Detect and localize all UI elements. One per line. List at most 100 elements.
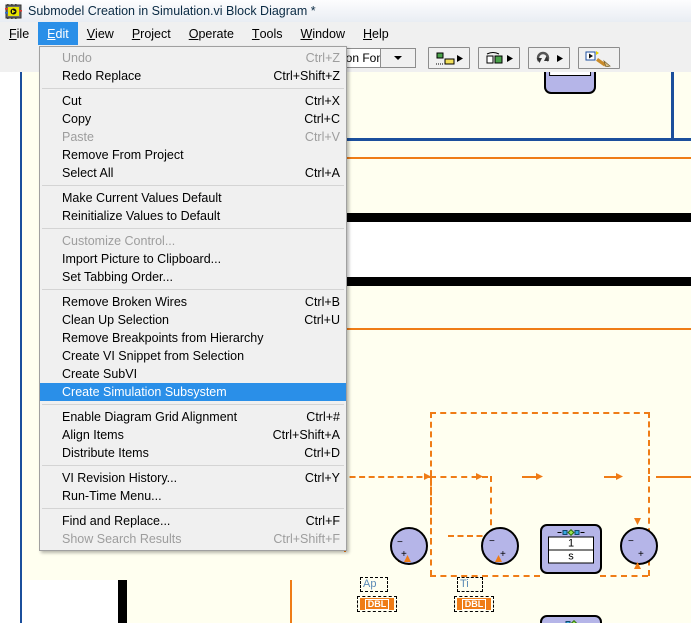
menu-item-vi-revision-history-accel: Ctrl+Y	[304, 471, 340, 485]
menu-item-cut-accel: Ctrl+X	[304, 94, 340, 108]
menu-item-paste-accel: Ctrl+V	[304, 130, 340, 144]
menubar-item-tools[interactable]: Tools	[243, 22, 292, 45]
canvas-left-border	[20, 72, 22, 623]
sim-loop-divider-1	[345, 157, 691, 159]
menu-item-distribute-items-accel: Ctrl+D	[304, 446, 340, 460]
constant-ti-node[interactable]: DBL	[457, 598, 491, 610]
menu-separator-2	[42, 185, 344, 186]
menu-item-align-items[interactable]: Align Items Ctrl+Shift+A	[40, 426, 346, 444]
derivative-terminal-strip	[561, 619, 582, 623]
menu-item-paste[interactable]: Paste Ctrl+V	[40, 128, 346, 146]
ti-wire-vertical	[490, 476, 492, 536]
menu-item-copy-label: Copy	[62, 112, 92, 126]
menu-item-select-all-label: Select All	[62, 166, 114, 180]
menu-item-remove-broken-wires[interactable]: Remove Broken Wires Ctrl+B	[40, 293, 346, 311]
sim-loop-border-bottom-1	[345, 277, 691, 286]
menubar-item-view[interactable]: View	[78, 22, 123, 45]
menu-item-create-vi-snippet-from-selection-label: Create VI Snippet from Selection	[62, 349, 245, 363]
constant-ap-node[interactable]: DBL	[360, 598, 394, 610]
menu-item-undo[interactable]: Undo Ctrl+Z	[40, 49, 346, 67]
labview-vi-icon	[5, 3, 22, 19]
menu-item-vi-revision-history-label: VI Revision History...	[62, 471, 178, 485]
integrator-denominator: s	[568, 550, 574, 563]
menu-item-show-search-results-label: Show Search Results	[62, 532, 182, 546]
menu-item-create-subvi[interactable]: Create SubVI	[40, 365, 346, 383]
menu-separator-4	[42, 289, 344, 290]
sum2-sign-minus: −	[489, 536, 495, 547]
menubar-label-tools: ools	[259, 26, 283, 41]
menu-item-customize-control-label: Customize Control...	[62, 234, 176, 248]
summation-node-3[interactable]: − +	[620, 527, 658, 565]
menu-item-remove-broken-wires-accel: Ctrl+B	[304, 295, 340, 309]
selection-rect-right	[648, 412, 650, 474]
menubar-item-file[interactable]: File	[0, 22, 38, 45]
menu-item-reinitialize-values-to-default[interactable]: Reinitialize Values to Default	[40, 207, 346, 225]
signal-wire-main-left	[340, 476, 432, 478]
menubar-item-edit[interactable]: Edit	[38, 22, 78, 45]
menu-item-import-picture-to-clipboard[interactable]: Import Picture to Clipboard...	[40, 250, 346, 268]
menu-item-vi-revision-history[interactable]: VI Revision History... Ctrl+Y	[40, 469, 346, 487]
integrator-block[interactable]: 1 s	[540, 524, 602, 574]
selection-rect-top	[430, 412, 650, 414]
sum3-input-port	[616, 473, 623, 480]
menu-item-clean-up-selection-accel: Ctrl+U	[304, 313, 340, 327]
menu-item-select-all-accel: Ctrl+A	[304, 166, 340, 180]
menubar-item-window[interactable]: Window	[292, 22, 354, 45]
top-transfer-function-block[interactable]: 0.01s+1	[544, 72, 596, 94]
menu-item-select-all[interactable]: Select All Ctrl+A	[40, 164, 346, 182]
menu-item-make-current-values-default[interactable]: Make Current Values Default	[40, 189, 346, 207]
sim-loop-border-top-1	[345, 213, 691, 222]
menu-item-redo-replace[interactable]: Redo Replace Ctrl+Shift+Z	[40, 67, 346, 85]
menubar-label-edit: dit	[55, 26, 69, 41]
sum2-input-port	[476, 473, 483, 480]
feedback-wire-bottom	[430, 575, 540, 577]
window-title: Submodel Creation in Simulation.vi Block…	[28, 4, 316, 18]
align-icon	[436, 52, 463, 64]
font-selector-dropdown[interactable]	[380, 48, 416, 68]
menu-item-align-items-label: Align Items	[62, 428, 124, 442]
menu-item-create-subvi-label: Create SubVI	[62, 367, 138, 381]
menu-item-clean-up-selection[interactable]: Clean Up Selection Ctrl+U	[40, 311, 346, 329]
menu-item-find-and-replace[interactable]: Find and Replace... Ctrl+F	[40, 512, 346, 530]
menu-item-customize-control[interactable]: Customize Control...	[40, 232, 346, 250]
align-objects-button[interactable]	[428, 47, 470, 69]
sum1-sign-minus: −	[397, 537, 403, 548]
menu-item-copy-accel: Ctrl+C	[304, 112, 340, 126]
menu-item-create-simulation-subsystem-label: Create Simulation Subsystem	[62, 385, 227, 399]
menubar-item-project[interactable]: Project	[123, 22, 180, 45]
menu-item-show-search-results[interactable]: Show Search Results Ctrl+Shift+F	[40, 530, 346, 548]
menu-item-remove-from-project[interactable]: Remove From Project	[40, 146, 346, 164]
menu-item-import-picture-to-clipboard-label: Import Picture to Clipboard...	[62, 252, 222, 266]
menu-item-clean-up-selection-label: Clean Up Selection	[62, 313, 170, 327]
subdiagram-blue-border-bottom	[345, 138, 691, 141]
distribute-objects-button[interactable]	[478, 47, 520, 69]
menubar-item-operate[interactable]: Operate	[180, 22, 243, 45]
edit-dropdown-menu[interactable]: Undo Ctrl+Z Redo Replace Ctrl+Shift+Z Cu…	[39, 46, 347, 551]
signal-wire-output	[656, 476, 691, 478]
subdiagram-blue-border-right	[671, 72, 674, 141]
menu-item-run-time-menu[interactable]: Run-Time Menu...	[40, 487, 346, 505]
sum3-top-port	[634, 518, 641, 525]
menubar-item-help[interactable]: Help	[354, 22, 398, 45]
menu-item-remove-breakpoints-from-hierarchy[interactable]: Remove Breakpoints from Hierarchy	[40, 329, 346, 347]
menu-item-show-search-results-accel: Ctrl+Shift+F	[273, 532, 340, 546]
menu-item-set-tabbing-order[interactable]: Set Tabbing Order...	[40, 268, 346, 286]
integrator-input-port	[536, 473, 543, 480]
menu-item-enable-diagram-grid-alignment[interactable]: Enable Diagram Grid Alignment Ctrl+#	[40, 408, 346, 426]
reorder-icon	[536, 51, 563, 63]
menu-item-redo-replace-label: Redo Replace	[62, 69, 142, 83]
sum3-sign-plus: +	[638, 549, 644, 560]
constant-ap-type: DBL	[364, 598, 390, 610]
clean-up-diagram-button[interactable]	[578, 47, 620, 69]
menu-item-create-vi-snippet-from-selection[interactable]: Create VI Snippet from Selection	[40, 347, 346, 365]
menu-item-distribute-items[interactable]: Distribute Items Ctrl+D	[40, 444, 346, 462]
derivative-transfer-function-block[interactable]: 0.3s 0.01s+1	[540, 615, 602, 623]
menu-item-enable-diagram-grid-alignment-accel: Ctrl+#	[306, 410, 340, 424]
menu-item-copy[interactable]: Copy Ctrl+C	[40, 110, 346, 128]
constant-ap-label: Ap	[360, 577, 388, 592]
menu-separator-7	[42, 508, 344, 509]
reorder-button[interactable]	[528, 47, 570, 69]
menu-separator-3	[42, 228, 344, 229]
menu-item-cut[interactable]: Cut Ctrl+X	[40, 92, 346, 110]
menu-item-create-simulation-subsystem[interactable]: Create Simulation Subsystem	[40, 383, 346, 401]
